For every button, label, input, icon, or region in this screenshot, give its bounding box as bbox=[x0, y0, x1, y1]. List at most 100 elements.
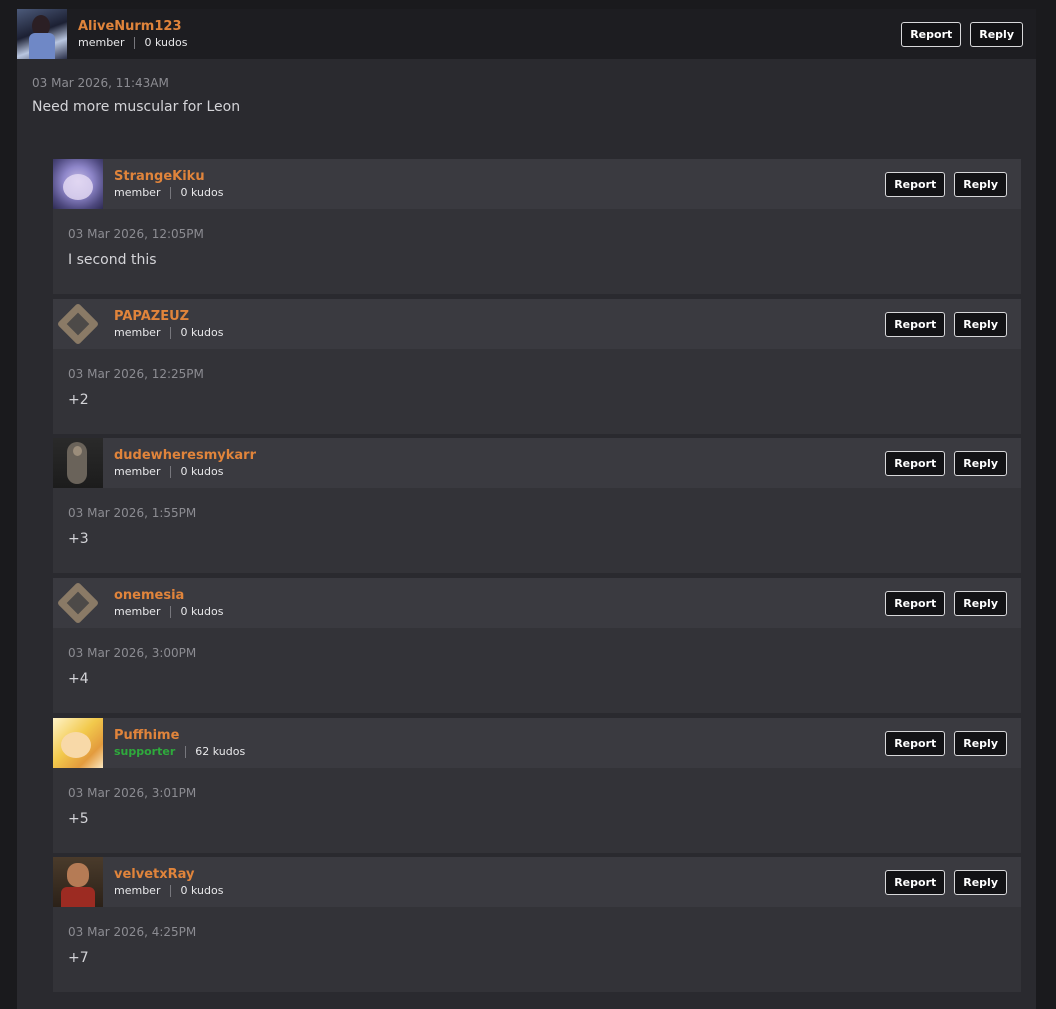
report-button[interactable]: Report bbox=[885, 730, 946, 756]
reply-item: onemesia member 0 kudos Report Reply 03 … bbox=[53, 578, 1021, 713]
reply-button[interactable]: Reply bbox=[954, 450, 1007, 476]
comment-text: Need more muscular for Leon bbox=[32, 99, 241, 115]
reply-body: 03 Mar 2026, 3:00PM +4 bbox=[53, 628, 1021, 687]
user-role: member bbox=[114, 185, 161, 199]
divider bbox=[170, 884, 172, 897]
report-button[interactable]: Report bbox=[901, 21, 962, 47]
user-role: member bbox=[78, 35, 125, 49]
username[interactable]: dudewheresmykarr bbox=[114, 448, 885, 464]
reply-text: +4 bbox=[68, 671, 89, 687]
reply-actions: Report Reply bbox=[885, 869, 1007, 895]
reply-text: +3 bbox=[68, 531, 89, 547]
reply-timestamp: 03 Mar 2026, 1:55PM bbox=[68, 506, 197, 520]
username[interactable]: StrangeKiku bbox=[114, 169, 885, 185]
reply-header: PAPAZEUZ member 0 kudos Report Reply bbox=[53, 299, 1021, 349]
divider bbox=[170, 465, 172, 478]
default-avatar-icon[interactable] bbox=[53, 299, 103, 349]
divider bbox=[170, 605, 172, 618]
reply-item: PAPAZEUZ member 0 kudos Report Reply 03 … bbox=[53, 299, 1021, 434]
report-button[interactable]: Report bbox=[885, 450, 946, 476]
reply-body: 03 Mar 2026, 12:25PM +2 bbox=[53, 349, 1021, 408]
user-role: member bbox=[114, 604, 161, 618]
reply-meta: Puffhime supporter 62 kudos bbox=[103, 728, 885, 759]
user-info: member 0 kudos bbox=[114, 186, 885, 200]
comment-meta: AliveNurm123 member 0 kudos bbox=[67, 19, 901, 50]
avatar[interactable] bbox=[53, 159, 103, 209]
reply-header: Puffhime supporter 62 kudos Report Reply bbox=[53, 718, 1021, 768]
reply-header: onemesia member 0 kudos Report Reply bbox=[53, 578, 1021, 628]
report-button[interactable]: Report bbox=[885, 171, 946, 197]
divider bbox=[170, 326, 172, 339]
reply-text: +5 bbox=[68, 811, 89, 827]
user-role: member bbox=[114, 464, 161, 478]
reply-button[interactable]: Reply bbox=[954, 311, 1007, 337]
reply-button[interactable]: Reply bbox=[954, 869, 1007, 895]
supporter-badge: supporter bbox=[114, 744, 176, 758]
kudos-count: 0 kudos bbox=[180, 325, 224, 339]
reply-item: dudewheresmykarr member 0 kudos Report R… bbox=[53, 438, 1021, 573]
user-info: member 0 kudos bbox=[114, 884, 885, 898]
reply-actions: Report Reply bbox=[885, 450, 1007, 476]
username[interactable]: Puffhime bbox=[114, 728, 885, 744]
reply-meta: PAPAZEUZ member 0 kudos bbox=[103, 309, 885, 340]
reply-header: StrangeKiku member 0 kudos Report Reply bbox=[53, 159, 1021, 209]
reply-timestamp: 03 Mar 2026, 4:25PM bbox=[68, 925, 197, 939]
user-info: member 0 kudos bbox=[78, 36, 901, 50]
reply-meta: dudewheresmykarr member 0 kudos bbox=[103, 448, 885, 479]
reply-button[interactable]: Reply bbox=[954, 590, 1007, 616]
kudos-count: 0 kudos bbox=[144, 35, 188, 49]
reply-button[interactable]: Reply bbox=[954, 171, 1007, 197]
reply-header: velvetxRay member 0 kudos Report Reply bbox=[53, 857, 1021, 907]
avatar[interactable] bbox=[53, 857, 103, 907]
reply-body: 03 Mar 2026, 3:01PM +5 bbox=[53, 768, 1021, 827]
reply-meta: onemesia member 0 kudos bbox=[103, 588, 885, 619]
reply-body: 03 Mar 2026, 4:25PM +7 bbox=[53, 907, 1021, 966]
reply-header: dudewheresmykarr member 0 kudos Report R… bbox=[53, 438, 1021, 488]
comment-header: AliveNurm123 member 0 kudos Report Reply bbox=[17, 9, 1036, 59]
username[interactable]: PAPAZEUZ bbox=[114, 309, 885, 325]
username[interactable]: onemesia bbox=[114, 588, 885, 604]
reply-item: velvetxRay member 0 kudos Report Reply 0… bbox=[53, 857, 1021, 992]
reply-timestamp: 03 Mar 2026, 3:01PM bbox=[68, 786, 197, 800]
reply-meta: StrangeKiku member 0 kudos bbox=[103, 169, 885, 200]
reply-actions: Report Reply bbox=[885, 311, 1007, 337]
reply-item: StrangeKiku member 0 kudos Report Reply … bbox=[53, 159, 1021, 294]
comment-thread: AliveNurm123 member 0 kudos Report Reply… bbox=[17, 9, 1036, 1009]
reply-body: 03 Mar 2026, 1:55PM +3 bbox=[53, 488, 1021, 547]
report-button[interactable]: Report bbox=[885, 590, 946, 616]
reply-actions: Report Reply bbox=[885, 171, 1007, 197]
comment-body: 03 Mar 2026, 11:43AM Need more muscular … bbox=[17, 59, 1036, 145]
kudos-count: 0 kudos bbox=[180, 185, 224, 199]
divider bbox=[170, 186, 172, 199]
reply-button[interactable]: Reply bbox=[954, 730, 1007, 756]
username[interactable]: AliveNurm123 bbox=[78, 19, 901, 35]
reply-text: +2 bbox=[68, 392, 89, 408]
reply-body: 03 Mar 2026, 12:05PM I second this bbox=[53, 209, 1021, 268]
reply-button[interactable]: Reply bbox=[970, 21, 1023, 47]
reply-text: +7 bbox=[68, 950, 89, 966]
avatar[interactable] bbox=[17, 9, 67, 59]
reply-actions: Report Reply bbox=[885, 590, 1007, 616]
kudos-count: 62 kudos bbox=[195, 744, 246, 758]
user-info: supporter 62 kudos bbox=[114, 745, 885, 759]
user-role: member bbox=[114, 883, 161, 897]
divider bbox=[185, 745, 187, 758]
reply-actions: Report Reply bbox=[885, 730, 1007, 756]
reply-text: I second this bbox=[68, 252, 157, 268]
report-button[interactable]: Report bbox=[885, 869, 946, 895]
user-info: member 0 kudos bbox=[114, 465, 885, 479]
user-info: member 0 kudos bbox=[114, 605, 885, 619]
kudos-count: 0 kudos bbox=[180, 604, 224, 618]
reply-timestamp: 03 Mar 2026, 12:25PM bbox=[68, 367, 204, 381]
avatar[interactable] bbox=[53, 718, 103, 768]
comment-timestamp: 03 Mar 2026, 11:43AM bbox=[32, 76, 169, 90]
reply-timestamp: 03 Mar 2026, 3:00PM bbox=[68, 646, 197, 660]
kudos-count: 0 kudos bbox=[180, 464, 224, 478]
user-info: member 0 kudos bbox=[114, 326, 885, 340]
default-avatar-icon[interactable] bbox=[53, 578, 103, 628]
divider bbox=[134, 36, 136, 49]
user-role: member bbox=[114, 325, 161, 339]
report-button[interactable]: Report bbox=[885, 311, 946, 337]
username[interactable]: velvetxRay bbox=[114, 867, 885, 883]
avatar[interactable] bbox=[53, 438, 103, 488]
